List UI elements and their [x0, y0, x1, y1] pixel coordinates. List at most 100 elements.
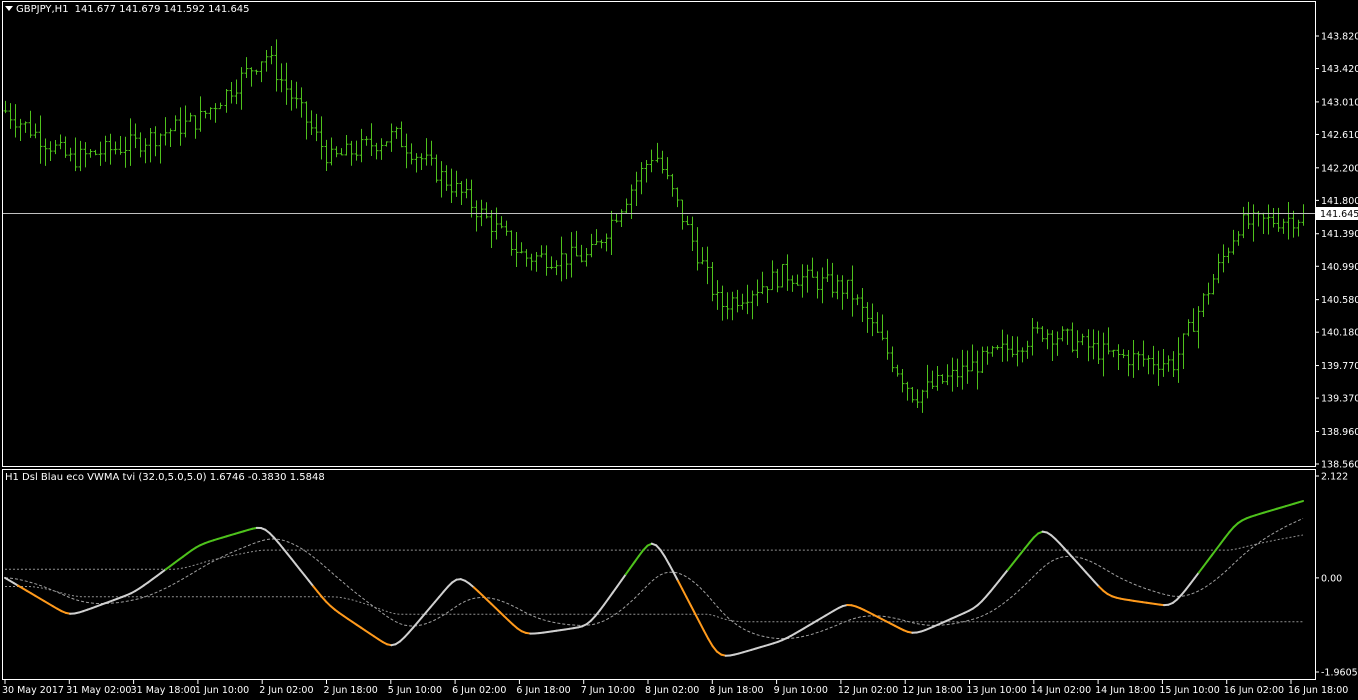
time-label: 2 Jun 02:00 — [259, 685, 313, 696]
oscillator-segment — [707, 637, 714, 648]
oscillator-segment — [993, 579, 1001, 588]
price-tick-label: 140.990 — [1321, 262, 1358, 273]
price-bars — [3, 39, 1306, 413]
oscillator-segment — [1184, 583, 1192, 591]
oscillator-segment — [603, 597, 610, 606]
oscillator-segment — [425, 606, 432, 614]
oscillator-segment — [433, 595, 441, 604]
oscillator-segment — [616, 579, 623, 588]
time-label: 6 Jun 02:00 — [452, 685, 506, 696]
time-label: 12 Jun 02:00 — [838, 685, 898, 696]
time-label: 14 Jun 02:00 — [1031, 685, 1091, 696]
oscillator-segment — [1223, 531, 1231, 539]
oscillator-segment — [1219, 536, 1226, 545]
oscillator-segment — [1189, 577, 1196, 586]
price-tick-label: 143.820 — [1321, 32, 1358, 43]
oscillator-segment — [676, 579, 684, 590]
trading-chart[interactable]: 143.820 143.420 143.010 142.610 142.200 141.8… — [0, 0, 1358, 700]
oscillator-segment — [607, 591, 614, 600]
price-tick-label: 141.390 — [1321, 229, 1358, 240]
time-label: 1 Jun 10:00 — [195, 685, 249, 696]
time-label: 30 May 2017 — [2, 685, 64, 696]
signal-line — [4, 517, 1304, 640]
oscillator-segment — [1002, 568, 1009, 577]
price-tick-label: 139.770 — [1321, 361, 1358, 372]
oscillator-segment — [689, 604, 697, 615]
oscillator-segment — [702, 629, 710, 640]
oscillator-segment — [698, 621, 705, 632]
price-tick-label: 138.960 — [1321, 427, 1358, 438]
oscillator-segment — [1215, 542, 1222, 551]
upper-level-line — [5, 534, 1304, 570]
time-label: 8 Jun 18:00 — [709, 685, 763, 696]
indicator-tick-label: -1.9605 — [1321, 668, 1358, 679]
time-label: 16 Jun 18:00 — [1288, 685, 1348, 696]
time-label: 6 Jun 18:00 — [516, 685, 570, 696]
time-label: 31 May 02:00 — [66, 685, 131, 696]
oscillator-segment — [438, 590, 445, 598]
oscillator-segment — [985, 590, 992, 598]
price-tick-label: 138.560 — [1321, 460, 1358, 471]
oscillator-segment — [694, 612, 701, 624]
time-label: 16 Jun 02:00 — [1224, 685, 1284, 696]
oscillator-segment — [685, 596, 692, 607]
price-axis: 143.820 143.420 143.010 142.610 142.200 141.8… — [1315, 32, 1358, 471]
oscillator-segment — [629, 561, 636, 570]
oscillator-segment — [1024, 541, 1031, 549]
indicator-caption: H1 Dsl Blau eco VWMA tvi (32.0,5.0,5.0) … — [5, 472, 325, 483]
oscillator-segment — [316, 590, 323, 598]
oscillator-segment — [1206, 554, 1213, 563]
price-tick-label: 139.370 — [1321, 394, 1358, 405]
oscillator-segment — [672, 571, 679, 582]
oscillator-segment — [286, 552, 293, 560]
time-label: 14 Jun 18:00 — [1095, 685, 1155, 696]
time-label: 2 Jun 18:00 — [324, 685, 378, 696]
oscillator-segment — [998, 574, 1005, 582]
price-tick-label: 143.010 — [1321, 97, 1358, 108]
oscillator-segment — [620, 573, 627, 582]
current-price-label: 141.645 — [1320, 209, 1358, 220]
price-tick-label: 142.200 — [1321, 163, 1358, 174]
oscillator-segment — [598, 603, 606, 612]
chart-caption: GBPJPY,H1 141.677 141.679 141.592 141.645 — [5, 4, 250, 16]
oscillator-segment — [281, 547, 289, 555]
time-label: 9 Jun 10:00 — [774, 685, 828, 696]
indicator-tick-label: 0.00 — [1321, 573, 1342, 584]
time-label: 7 Jun 10:00 — [581, 685, 635, 696]
oscillator-segment — [659, 549, 666, 558]
indicator-tick-label: 2.122 — [1321, 472, 1348, 483]
time-label: 13 Jun 10:00 — [967, 685, 1027, 696]
oscillator-segment — [663, 555, 671, 566]
oscillator-segment — [312, 585, 319, 593]
oscillator-segment — [611, 585, 619, 594]
dropdown-triangle-icon[interactable] — [5, 6, 13, 11]
oscillator-segment — [299, 568, 306, 577]
oscillator-segment — [1193, 571, 1200, 580]
price-tick-label: 143.420 — [1321, 64, 1358, 75]
oscillator-segment — [1297, 500, 1304, 504]
oscillator-segment — [1180, 588, 1187, 596]
oscillator-segment — [307, 579, 315, 588]
price-tick-label: 141.800 — [1321, 196, 1358, 207]
oscillator-segment — [412, 621, 419, 629]
price-tick-label: 140.180 — [1321, 328, 1358, 339]
oscillator-segment — [303, 574, 310, 582]
time-label: 8 Jun 02:00 — [645, 685, 699, 696]
oscillator-segment — [1019, 546, 1027, 555]
oscillator-segment — [633, 555, 640, 564]
oscillator-segment — [429, 601, 436, 609]
time-label: 15 Jun 10:00 — [1159, 685, 1219, 696]
oscillator-segment — [711, 645, 718, 653]
oscillator-segment — [668, 563, 675, 574]
indicator-axis: 2.122 0.00 -1.9605 — [1315, 472, 1358, 679]
oscillator-segment — [1202, 560, 1209, 568]
oscillator-segment — [681, 587, 688, 599]
lower-level-line — [5, 586, 1303, 623]
price-tick-label: 140.580 — [1321, 295, 1358, 306]
oscillator-segment — [1197, 565, 1205, 574]
time-axis: 30 May 2017 31 May 02:00 31 May 18:00 1 Jun… — [2, 680, 1348, 696]
oscillator-segment — [1028, 536, 1035, 544]
oscillator-segment — [637, 549, 645, 558]
oscillator-segment — [594, 609, 601, 617]
oscillator-segment — [277, 541, 284, 550]
